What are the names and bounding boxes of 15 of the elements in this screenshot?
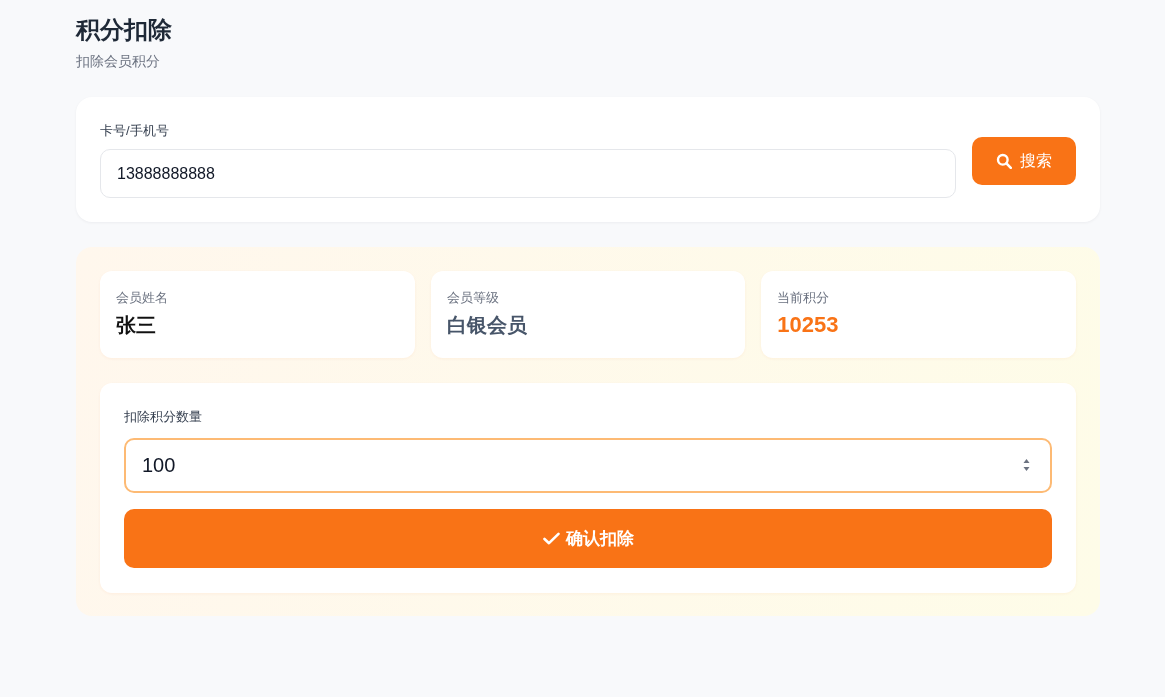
stat-label: 会员姓名 [116,289,169,307]
search-icon [996,153,1012,169]
stat-value: 10253 [777,311,840,339]
stat-value: 白银会员 [446,313,528,338]
card-phone-input[interactable]: 13888888888 [100,149,956,198]
page-subtitle: 扣除会员积分 [76,52,161,71]
page-title: 积分扣除 [76,15,173,45]
field-label: 扣除积分数量 [124,408,203,426]
number-input[interactable]: 100 [124,438,1052,493]
spinner-icon[interactable] [1023,457,1030,473]
field-label: 卡号/手机号 [100,122,170,140]
stat-value: 张三 [116,313,157,338]
check-icon [542,532,560,545]
stat-label: 当前积分 [777,289,831,307]
stat-label: 会员等级 [446,289,500,307]
